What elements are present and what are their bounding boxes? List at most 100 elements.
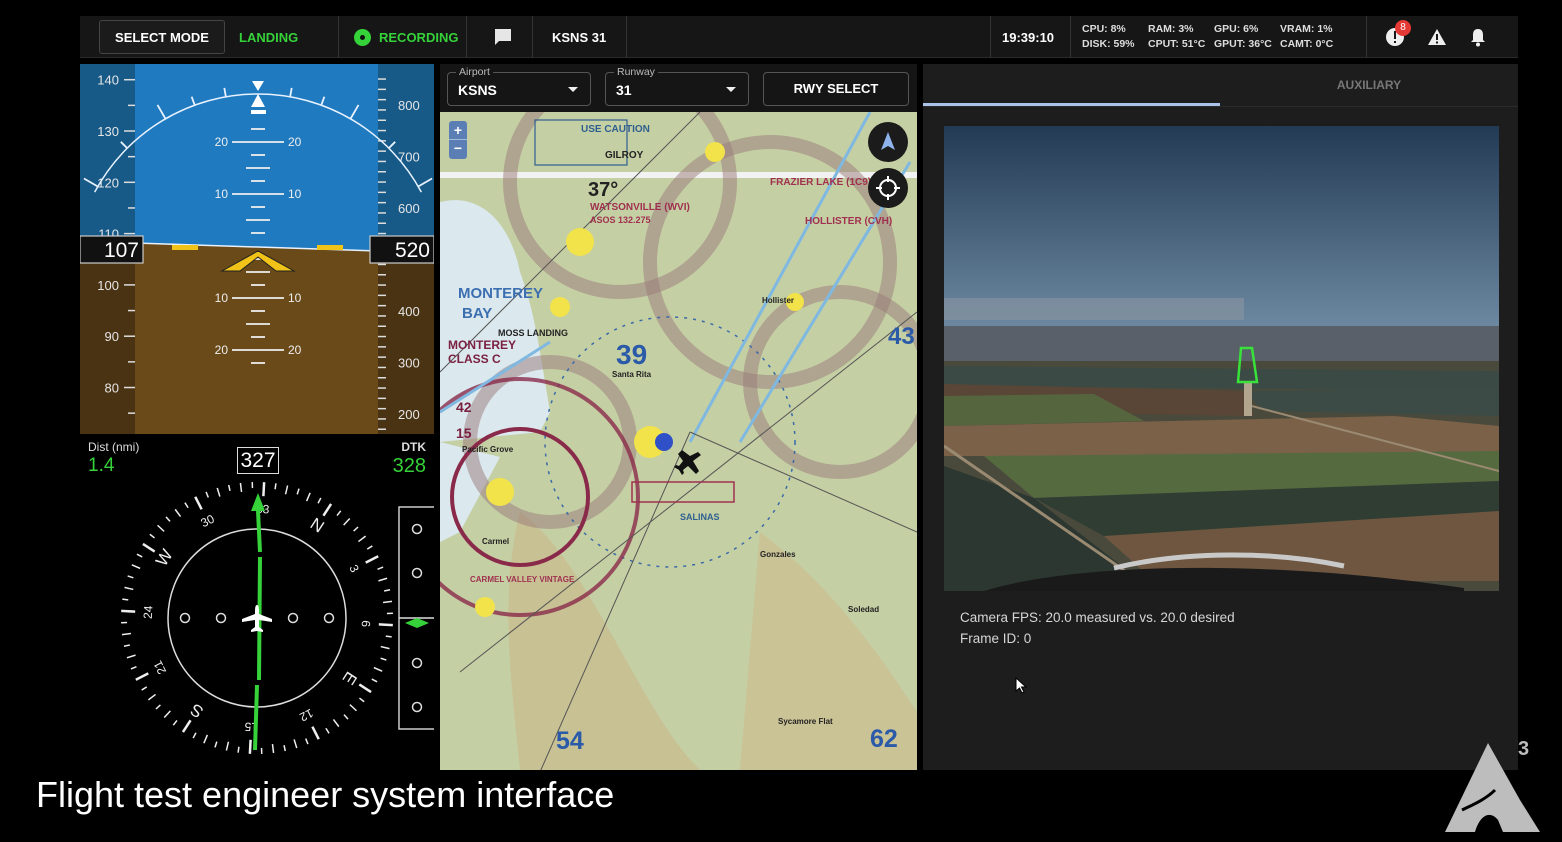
pitch-label: 20 [215, 135, 229, 149]
speed-tick-label: 100 [97, 278, 119, 293]
compass-tick [135, 672, 149, 681]
compass-tick [322, 503, 333, 517]
camera-feed [944, 126, 1499, 591]
town [486, 478, 514, 506]
deviation-dot [323, 612, 335, 624]
map-label: 62 [870, 725, 898, 753]
deviation-dot [179, 612, 191, 624]
compass-tick [283, 745, 287, 752]
heading-readout: 327 [237, 447, 279, 474]
compass-tick [172, 719, 178, 726]
rwy-select-button[interactable]: RWY SELECT [763, 72, 909, 106]
pitch-label: 10 [288, 291, 302, 305]
disk-stat: DISK: 59% [1082, 38, 1135, 50]
compass-tick [214, 741, 218, 748]
map-label: 15 [456, 425, 472, 441]
chat-button[interactable] [494, 16, 512, 58]
tab-auxiliary[interactable]: AUXILIARY [1220, 64, 1518, 106]
navigation-arrow-icon [881, 132, 895, 150]
compass-tick [192, 732, 197, 739]
runway-select[interactable]: Runway 31 [605, 66, 749, 106]
compass-tick [284, 485, 289, 495]
compass-tick [121, 621, 128, 624]
compass-tick [311, 726, 320, 740]
slip-indicator [251, 110, 266, 114]
compass-tick [181, 719, 192, 733]
compass-tick [377, 566, 384, 570]
compass-tick [380, 645, 390, 650]
map-label: Soledad [848, 605, 879, 614]
map-label: USE CAUTION [581, 124, 650, 135]
speed-tick-label: 140 [97, 73, 119, 88]
compass-label: S [187, 700, 207, 722]
map-label: GILROY [605, 150, 644, 161]
pitch-label: 10 [215, 291, 229, 305]
compass-label: 6 [359, 620, 373, 628]
airport-select[interactable]: Airport KSNS [447, 66, 591, 106]
compass-label: E [339, 668, 361, 688]
speed-tick-label: 80 [105, 381, 119, 396]
compass-tick [147, 693, 157, 701]
map-label: 42 [456, 399, 472, 415]
compass-tick [384, 588, 391, 592]
auxiliary-panel: AUXILIARY Camera FPS: 20.0 measured vs. … [923, 64, 1518, 770]
zoom-out-button[interactable]: − [449, 140, 467, 159]
map-label: ASOS 132.275 [590, 215, 651, 225]
sectional-map[interactable]: USE CAUTION WATSONVILLE (WVI) ASOS 132.275… [440, 112, 917, 770]
vram-stat: VRAM: 1% [1280, 23, 1333, 35]
map-label: 39 [616, 339, 647, 370]
cpu-temp-stat: CPUT: 51°C [1148, 38, 1206, 50]
zoom-in-button[interactable]: + [449, 121, 467, 140]
compass-tick [293, 739, 298, 749]
compass-tick [184, 502, 189, 509]
tab-camera[interactable] [923, 64, 1220, 106]
compass-tick [251, 482, 254, 489]
airport-label: Airport [456, 66, 493, 78]
compass-tick [378, 577, 388, 582]
map-label: 43 [888, 323, 915, 350]
compass-tick [121, 609, 136, 613]
compass-tick [260, 747, 263, 754]
airport-value: KSNS [458, 82, 497, 98]
compass-label: 24 [141, 605, 156, 619]
altitude-tick-label: 200 [398, 407, 420, 422]
compass-tick [271, 743, 275, 754]
cpu-stat: CPU: 8% [1082, 23, 1126, 35]
recenter-button[interactable] [868, 168, 908, 208]
compass-tick [165, 516, 171, 522]
map-label: Pacific Grove [462, 445, 514, 454]
north-up-button[interactable] [868, 122, 908, 162]
alerts-button[interactable]: 8 [1385, 20, 1411, 52]
select-mode-button[interactable]: SELECT MODE [99, 20, 225, 54]
warnings-button[interactable] [1427, 28, 1447, 51]
recording-toggle[interactable]: RECORDING [354, 16, 458, 58]
select-mode-label: SELECT MODE [115, 29, 209, 45]
glideslope-dot [411, 657, 423, 669]
compass-tick [296, 488, 300, 495]
map-label: HOLLISTER (CVH) [805, 216, 892, 227]
pitch-label: 20 [215, 343, 229, 357]
hsi-panel: Dist (nmi) 1.4 DTK 328 N 3 6 E 12 15 S 21 24 W 30 3… [80, 435, 434, 770]
pitch-label: 10 [288, 187, 302, 201]
destination-label: KSNS 31 [552, 29, 607, 45]
compass-tick [136, 553, 143, 558]
town-horizon [944, 326, 1499, 366]
compass-tick [225, 741, 230, 751]
compass-tick [353, 526, 359, 532]
compass-tick [174, 508, 182, 518]
town [475, 597, 495, 617]
glideslope-dot [411, 523, 423, 535]
deviation-dot [287, 612, 299, 624]
chat-icon [495, 29, 511, 45]
compass-tick [325, 727, 330, 734]
town [705, 142, 725, 162]
compass-tick [126, 654, 136, 659]
sky [135, 64, 378, 251]
altitude-tick-label: 600 [398, 201, 420, 216]
compass-label: 21 [150, 658, 169, 677]
map-label: SALINAS [680, 512, 720, 522]
map-label: FRAZIER LAKE (1C9) [770, 177, 871, 188]
map-label: MONTEREY [448, 338, 516, 352]
notifications-button[interactable] [1469, 27, 1487, 52]
compass-tick [385, 635, 392, 638]
